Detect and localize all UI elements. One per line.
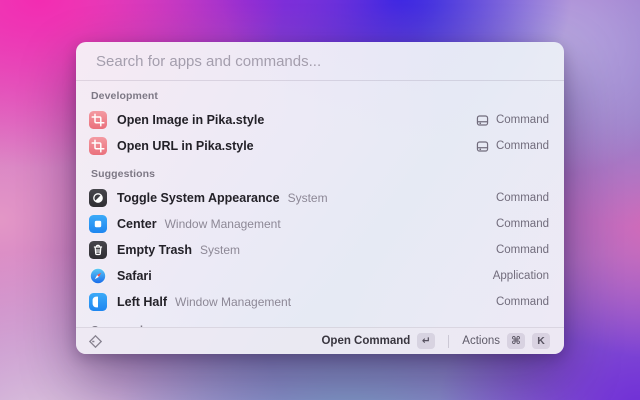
item-title: Toggle System Appearance [117,191,280,205]
item-accessory-label: Command [496,296,549,308]
k-key-hint: K [532,333,550,349]
item-title: Safari [117,269,152,283]
item-title: Left Half [117,295,167,309]
search-input[interactable] [96,53,544,70]
pika-style-crop-icon [89,137,107,155]
actions-label: Actions [462,335,500,347]
search-bar [76,42,564,81]
launcher-window: Development Open Image in Pika.style Com… [76,42,564,354]
empty-trash-icon [89,241,107,259]
extension-box-icon [475,113,490,128]
enter-key-hint: ↵ [417,333,435,349]
item-accessory-label: Command [496,244,549,256]
open-command-button[interactable]: Open Command ↵ [317,331,439,351]
item-accessory-label: Command [496,140,549,152]
pika-style-crop-icon [89,111,107,129]
open-command-label: Open Command [321,335,410,347]
item-subtitle: System [200,243,240,257]
list-item-center[interactable]: Center Window Management Command [89,211,549,237]
list-item-open-image-pika[interactable]: Open Image in Pika.style Command [89,107,549,133]
footer-bar: Open Command ↵ Actions ⌘ K [76,327,564,354]
window-left-half-icon [89,293,107,311]
section-header-suggestions: Suggestions [89,159,549,185]
section-header-commands: Commands [89,315,549,327]
item-title: Empty Trash [117,243,192,257]
list-item-open-url-pika[interactable]: Open URL in Pika.style Command [89,133,549,159]
item-accessory-label: Application [493,270,549,282]
list-item-empty-trash[interactable]: Empty Trash System Command [89,237,549,263]
toggle-appearance-icon [89,189,107,207]
results-list: Development Open Image in Pika.style Com… [76,81,564,327]
item-title: Open Image in Pika.style [117,113,264,127]
safari-icon [89,267,107,285]
command-key-hint: ⌘ [507,333,525,349]
section-header-development: Development [89,81,549,107]
extension-box-icon [475,139,490,154]
list-item-left-half[interactable]: Left Half Window Management Command [89,289,549,315]
raycast-logo-icon [88,334,103,349]
footer-divider [448,335,449,348]
item-accessory-label: Command [496,218,549,230]
item-title: Center [117,217,157,231]
list-item-safari[interactable]: Safari Application [89,263,549,289]
item-subtitle: Window Management [175,295,291,309]
actions-button[interactable]: Actions ⌘ K [458,331,554,351]
item-subtitle: System [288,191,328,205]
list-item-toggle-system-appearance[interactable]: Toggle System Appearance System Command [89,185,549,211]
item-title: Open URL in Pika.style [117,139,254,153]
window-center-icon [89,215,107,233]
item-accessory-label: Command [496,114,549,126]
item-subtitle: Window Management [165,217,281,231]
item-accessory-label: Command [496,192,549,204]
